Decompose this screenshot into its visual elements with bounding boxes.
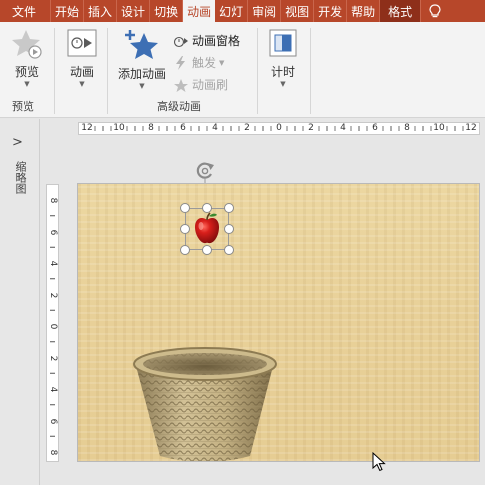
tab-transitions[interactable]: 切换 [150, 0, 184, 22]
animation-pane-button[interactable]: 动画窗格 [173, 32, 240, 49]
tab-help[interactable]: 帮助 [347, 0, 381, 22]
tab-view[interactable]: 视图 [281, 0, 315, 22]
lightbulb-icon [429, 3, 441, 17]
tab-design[interactable]: 设计 [117, 0, 151, 22]
ribbon-tab-bar: 文件 开始 插入 设计 切换 动画 幻灯 审阅 视图 开发 帮助 格式 [0, 0, 485, 22]
animation-effect-icon [67, 29, 97, 57]
tab-animations[interactable]: 动画 [183, 0, 216, 22]
ruler-tick-label: 8 [404, 123, 410, 133]
add-animation-button[interactable]: 添加动画 ▼ [114, 28, 170, 90]
ruler-tick-label: 10 [113, 123, 125, 133]
preview-button[interactable]: 预览 ▼ [10, 28, 44, 88]
timing-label: 计时 [270, 65, 295, 79]
ribbon-separator [54, 28, 55, 114]
animation-dropdown-icon[interactable]: ▼ [79, 80, 84, 88]
ruler-tick-label: 6 [372, 123, 378, 133]
resize-handle[interactable] [202, 203, 212, 213]
tell-me-button[interactable] [421, 0, 449, 22]
ruler-tick-label: 4 [340, 123, 346, 133]
tab-file[interactable]: 文件 [0, 0, 52, 22]
ruler-tick-label: 12 [465, 123, 477, 133]
mouse-cursor-icon [372, 452, 386, 472]
ruler-tick-label: 4 [48, 260, 58, 267]
slide-canvas[interactable] [77, 183, 480, 462]
resize-handle[interactable] [224, 245, 234, 255]
tab-insert[interactable]: 插入 [84, 0, 118, 22]
expand-thumbnails-icon[interactable]: > [12, 135, 23, 150]
ruler-tick-label: 2 [48, 292, 58, 298]
ruler-tick-label: 8 [48, 197, 58, 204]
ruler-tick-label: 0 [276, 123, 282, 133]
resize-handle[interactable] [180, 245, 190, 255]
basket-image[interactable] [130, 344, 280, 462]
ruler-tick-label: 2 [308, 123, 314, 133]
ruler-tick-label: 12 [81, 123, 93, 133]
trigger-lightning-icon [176, 55, 185, 70]
trigger-dropdown-icon: ▼ [219, 58, 225, 67]
tab-developer[interactable]: 开发 [314, 0, 348, 22]
trigger-label: 触发 [192, 56, 217, 70]
animation-pane-icon [173, 36, 188, 47]
ribbon-separator [310, 28, 311, 114]
add-animation-star-icon [125, 30, 158, 59]
animation-painter-icon [174, 78, 188, 92]
apple-image[interactable] [185, 208, 229, 250]
timing-icon [269, 29, 297, 57]
ribbon: 预览 ▼ 预览 动画 ▼ 添加动画 ▼ 动画窗格 触发 ▼ 动画刷 高级动画 计… [0, 22, 485, 118]
animation-painter-button[interactable]: 动画刷 [173, 76, 228, 93]
thumbnail-panel: > 缩略图 [0, 119, 40, 485]
rotate-handle-icon[interactable] [194, 160, 216, 184]
resize-handle[interactable] [224, 224, 234, 234]
ruler-tick-label: 4 [212, 123, 218, 133]
tab-slideshow[interactable]: 幻灯 [215, 0, 249, 22]
resize-handle[interactable] [202, 245, 212, 255]
ruler-tick-label: 6 [48, 229, 58, 235]
animation-styles-button[interactable]: 动画 ▼ [64, 28, 100, 88]
group-label-preview: 预览 [12, 100, 34, 113]
animation-pane-label: 动画窗格 [192, 34, 241, 48]
thumbnail-label: 缩略图 [14, 161, 27, 194]
ruler-tick-label: 8 [48, 449, 58, 456]
timing-dropdown-icon[interactable]: ▼ [280, 80, 285, 88]
tab-format[interactable]: 格式 [380, 0, 422, 22]
animation-painter-label: 动画刷 [192, 78, 229, 92]
horizontal-ruler-labels: 12 10 8 6 4 2 0 2 4 6 8 10 12 [79, 123, 479, 134]
tab-review[interactable]: 审阅 [248, 0, 282, 22]
ribbon-separator [257, 28, 258, 114]
ruler-tick-label: 6 [180, 123, 186, 133]
animation-label: 动画 [69, 65, 94, 79]
resize-handle[interactable] [180, 224, 190, 234]
ruler-tick-label: 10 [433, 123, 445, 133]
ruler-tick-label: 2 [244, 123, 250, 133]
preview-dropdown-icon[interactable]: ▼ [24, 80, 29, 88]
add-animation-dropdown-icon[interactable]: ▼ [139, 82, 144, 90]
ribbon-separator [107, 28, 108, 114]
ruler-tick-label: 2 [48, 355, 58, 361]
group-label-advanced-animation: 高级动画 [157, 100, 201, 113]
trigger-button[interactable]: 触发 ▼ [173, 54, 224, 71]
preview-label: 预览 [14, 65, 39, 79]
vertical-ruler-labels: 8 6 4 2 0 2 4 6 8 [47, 185, 58, 461]
preview-star-icon [12, 30, 42, 59]
timing-button[interactable]: 计时 ▼ [266, 28, 300, 88]
add-animation-label: 添加动画 [117, 67, 166, 81]
tab-home[interactable]: 开始 [51, 0, 85, 22]
ruler-tick-label: 8 [148, 123, 154, 133]
vertical-ruler: 8 6 4 2 0 2 4 6 8 [46, 184, 59, 462]
ruler-tick-label: 6 [48, 418, 58, 424]
apple-selection-box[interactable] [185, 208, 229, 250]
resize-handle[interactable] [180, 203, 190, 213]
ruler-tick-label: 4 [48, 386, 58, 393]
resize-handle[interactable] [224, 203, 234, 213]
ruler-tick-label: 0 [48, 323, 58, 330]
horizontal-ruler: 12 10 8 6 4 2 0 2 4 6 8 10 12 [78, 122, 480, 135]
